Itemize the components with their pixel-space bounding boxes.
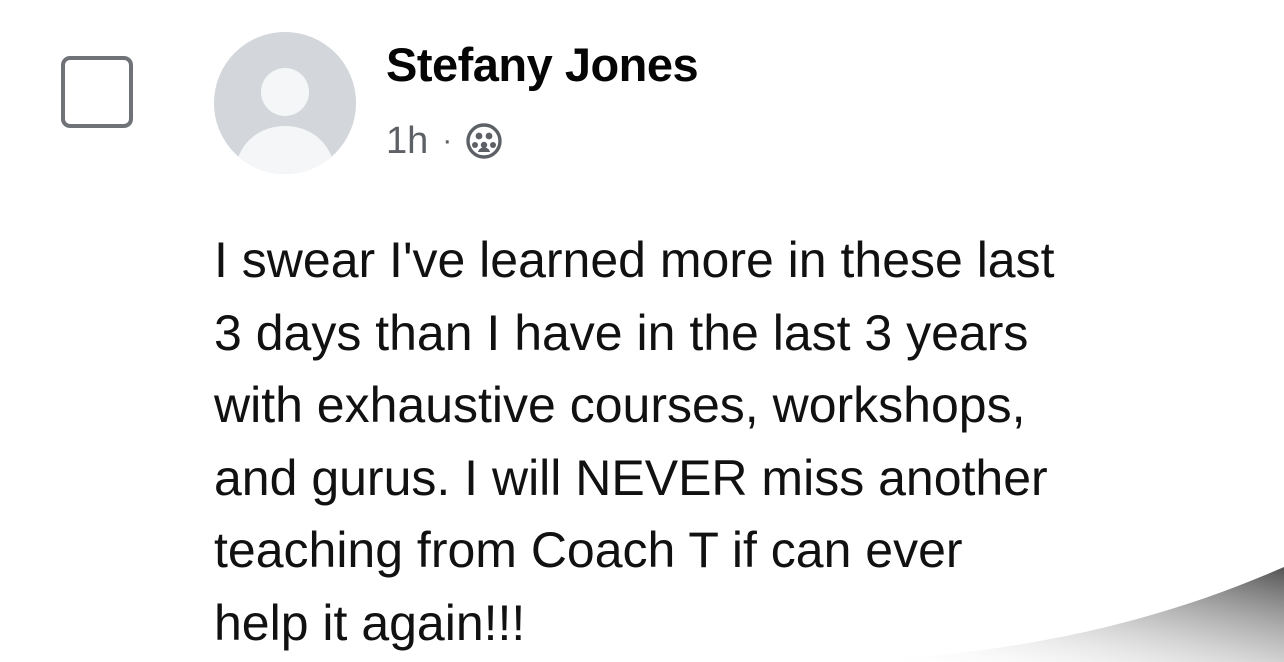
profile-silhouette-icon (214, 32, 356, 174)
post-text-line: help it again!!! (214, 594, 526, 651)
avatar[interactable] (214, 32, 356, 174)
group-members-icon (466, 123, 502, 159)
post-text-line: with exhaustive courses, workshops, (214, 377, 1026, 433)
select-post-checkbox[interactable] (61, 56, 133, 128)
post-text-line: I swear I've learned more in these last (214, 232, 1055, 288)
group-post: Stefany Jones 1h · I swear I've learned … (0, 0, 1284, 662)
post-timestamp[interactable]: 1h (386, 120, 428, 163)
meta-separator: · (442, 124, 453, 157)
post-text: I swear I've learned more in these last … (214, 224, 1244, 659)
group-audience-icon[interactable] (464, 121, 504, 161)
post-text-line: teaching from Coach T if can ever (214, 522, 963, 578)
post-meta: 1h · (386, 116, 504, 166)
author-name[interactable]: Stefany Jones (386, 36, 699, 94)
post-text-line: 3 days than I have in the last 3 years (214, 304, 1029, 361)
post-text-line: and gurus. I will NEVER miss another (214, 449, 1048, 506)
